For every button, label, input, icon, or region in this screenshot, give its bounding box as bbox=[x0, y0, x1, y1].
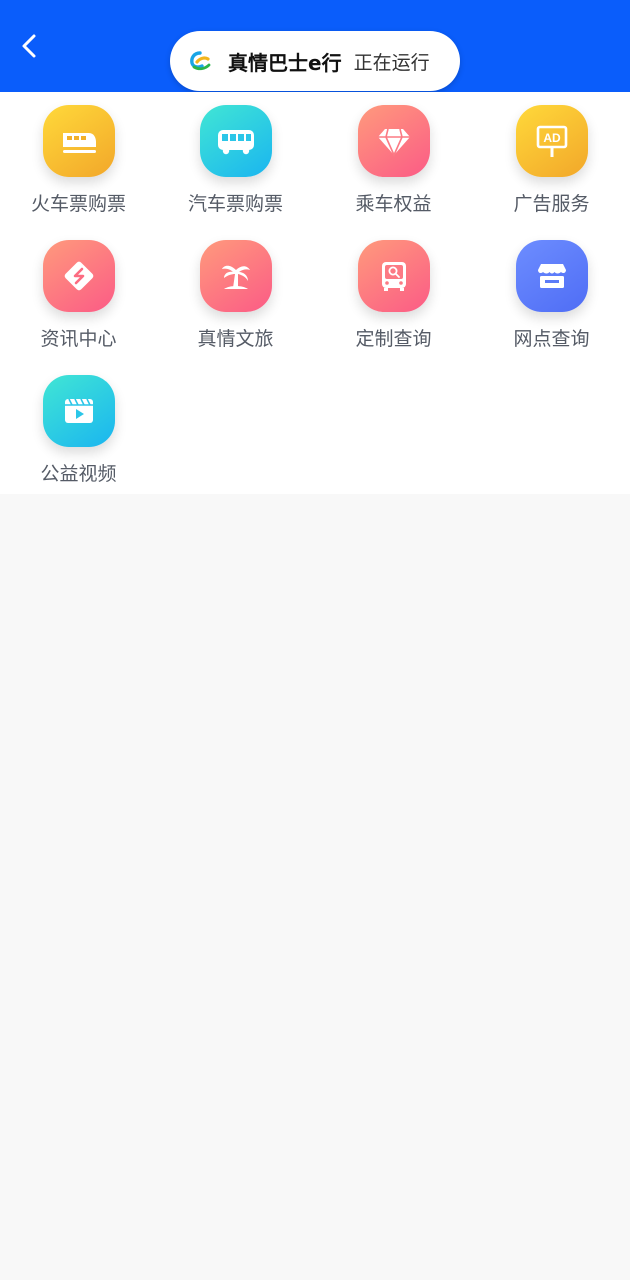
service-label: 真情文旅 bbox=[197, 328, 274, 350]
service-news[interactable]: 资讯中心 bbox=[0, 227, 157, 361]
service-bus-ticket[interactable]: 汽车票购票 bbox=[157, 92, 314, 226]
service-culture-travel[interactable]: 真情文旅 bbox=[157, 227, 314, 361]
train-icon bbox=[42, 105, 115, 177]
service-label: 乘车权益 bbox=[355, 193, 432, 215]
service-ad[interactable]: AD 广告服务 bbox=[473, 92, 630, 226]
ad-board-icon: AD bbox=[515, 105, 588, 177]
running-app-pill[interactable]: 真情巴士e行 正在运行 bbox=[170, 31, 460, 91]
running-app-name: 真情巴士e行 bbox=[228, 50, 342, 75]
custom-bus-search-icon bbox=[357, 240, 430, 312]
service-label: 网点查询 bbox=[513, 328, 590, 350]
service-grid: 火车票购票 汽车票购票 乘车权益 AD 广告服务 资讯中心 真情文旅 定制查询 … bbox=[0, 92, 630, 494]
service-label: 广告服务 bbox=[513, 193, 590, 215]
top-bar: 真情巴士e行 正在运行 bbox=[0, 0, 630, 92]
service-label: 资讯中心 bbox=[40, 328, 117, 350]
service-label: 公益视频 bbox=[40, 463, 117, 485]
service-label: 火车票购票 bbox=[30, 193, 126, 215]
service-charity-video[interactable]: 公益视频 bbox=[0, 362, 157, 496]
store-icon bbox=[515, 240, 588, 312]
palm-tree-icon bbox=[199, 240, 272, 312]
bus-icon bbox=[199, 105, 272, 177]
service-ride-benefits[interactable]: 乘车权益 bbox=[315, 92, 472, 226]
service-outlet-query[interactable]: 网点查询 bbox=[473, 227, 630, 361]
service-label: 汽车票购票 bbox=[187, 193, 283, 215]
chevron-left-icon bbox=[22, 34, 36, 58]
back-button[interactable] bbox=[8, 24, 52, 68]
video-icon bbox=[42, 375, 115, 447]
running-status: 正在运行 bbox=[353, 51, 430, 74]
app-logo-icon bbox=[188, 49, 212, 73]
diamond-icon bbox=[357, 105, 430, 177]
service-label: 定制查询 bbox=[355, 328, 432, 350]
news-icon bbox=[42, 240, 115, 312]
service-custom-query[interactable]: 定制查询 bbox=[315, 227, 472, 361]
svg-text:AD: AD bbox=[543, 131, 561, 145]
service-train-ticket[interactable]: 火车票购票 bbox=[0, 92, 157, 226]
